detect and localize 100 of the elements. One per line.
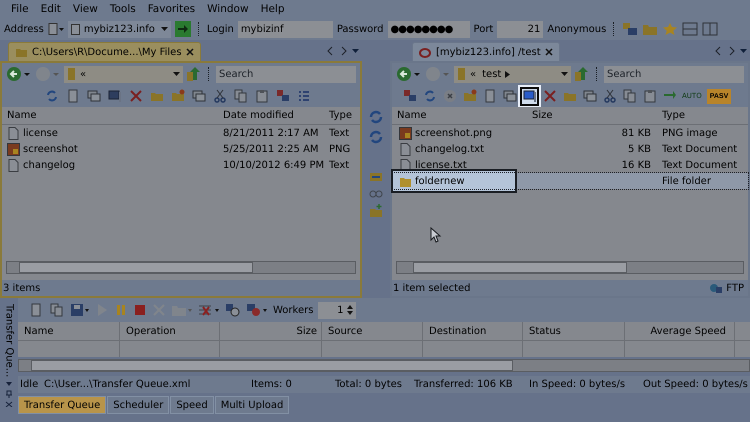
address-label: Address bbox=[4, 24, 44, 34]
status-text: Transferred: 106 KB bbox=[413, 379, 514, 390]
document-icon bbox=[7, 158, 20, 172]
status-text: In Speed: 0 bytes/s bbox=[528, 379, 626, 390]
date-cell-text: 5/25/2011 2:25 AM bbox=[222, 144, 320, 154]
network-icon bbox=[402, 89, 416, 103]
column-header[interactable]: Name bbox=[2, 110, 218, 121]
caret-icon[interactable] bbox=[160, 27, 168, 31]
windows-icon bbox=[86, 89, 100, 103]
menu-item[interactable]: View bbox=[72, 3, 98, 15]
cursor-icon bbox=[430, 227, 442, 243]
workers-spinner[interactable]: 1 bbox=[318, 302, 356, 318]
windows-icon bbox=[582, 89, 596, 103]
columns-icon bbox=[296, 89, 310, 103]
login-field[interactable]: mybizinf bbox=[238, 20, 333, 38]
delete-icon bbox=[542, 89, 556, 103]
tab-scroll-icon[interactable] bbox=[714, 46, 748, 56]
file-row[interactable]: screenshot.png 81 KB PNG image bbox=[392, 125, 748, 141]
save-icon[interactable] bbox=[70, 303, 90, 317]
panel-tab[interactable]: Transfer Queue bbox=[18, 396, 106, 414]
monitor-icon bbox=[522, 89, 536, 103]
menu-item[interactable]: Window bbox=[207, 3, 249, 15]
scissors-icon bbox=[212, 89, 226, 103]
clipboard-icon bbox=[642, 89, 656, 103]
split-vertical-icon[interactable] bbox=[702, 22, 718, 36]
file-name[interactable]: changelog.txt bbox=[397, 142, 486, 156]
network-icon[interactable] bbox=[622, 22, 638, 36]
file-row[interactable]: changelog.txt 5 KB Text Document bbox=[392, 141, 748, 157]
sync-icon[interactable] bbox=[369, 110, 383, 124]
remote-site-tab[interactable]: [mybiz123.info] /test bbox=[412, 42, 560, 61]
link-icon[interactable] bbox=[369, 190, 383, 198]
search-field[interactable]: Search bbox=[604, 66, 744, 82]
copy-icon bbox=[234, 89, 248, 103]
chevron-icon[interactable] bbox=[505, 70, 510, 78]
close-icon[interactable] bbox=[186, 48, 194, 56]
column-header[interactable]: Type bbox=[657, 110, 748, 121]
split-horizontal-icon[interactable] bbox=[682, 22, 698, 36]
folder-icon bbox=[67, 67, 76, 81]
close-icon[interactable] bbox=[544, 48, 553, 56]
file-name[interactable]: license bbox=[2, 126, 218, 140]
tab-scroll-icon[interactable] bbox=[326, 46, 360, 56]
path-field[interactable]: « bbox=[64, 66, 183, 82]
star-icon[interactable] bbox=[662, 22, 678, 36]
login-label: Login bbox=[206, 24, 234, 34]
document-icon bbox=[399, 142, 412, 156]
search-field[interactable]: Search bbox=[216, 66, 356, 82]
sync-icon[interactable] bbox=[369, 130, 383, 144]
speed-limit-icon[interactable] bbox=[246, 303, 268, 317]
file-name[interactable]: foldernew bbox=[393, 171, 515, 191]
page-icon bbox=[29, 303, 43, 317]
clear-list-icon[interactable] bbox=[198, 303, 220, 317]
panel-controls-icon[interactable] bbox=[4, 381, 14, 408]
column-header[interactable]: Date modified bbox=[218, 110, 324, 121]
status-text: 1 item selected bbox=[393, 282, 471, 294]
address-field[interactable]: mybiz123.info bbox=[68, 20, 171, 38]
monitor-icon bbox=[108, 89, 122, 103]
type-cell: PNG image bbox=[662, 128, 718, 138]
type-cell-text: Text bbox=[328, 128, 350, 138]
toolbar-button[interactable] bbox=[520, 86, 539, 106]
transfer-icon[interactable] bbox=[369, 170, 383, 184]
spinner-arrows-icon[interactable] bbox=[347, 305, 354, 315]
caret-icon[interactable] bbox=[173, 72, 180, 76]
status-text: 3 items bbox=[3, 282, 40, 294]
page-icon[interactable] bbox=[48, 23, 64, 35]
password-field[interactable]: ●●●●●●●● bbox=[388, 20, 470, 38]
column-header[interactable]: Size bbox=[527, 110, 657, 121]
type-cell: File folder bbox=[662, 176, 711, 186]
globe-icon bbox=[709, 282, 724, 294]
status-text: Out Speed: 0 bytes/s bbox=[642, 379, 749, 390]
ring-icon bbox=[419, 46, 432, 58]
folder-icon bbox=[15, 46, 28, 58]
path-field[interactable]: « test bbox=[454, 66, 571, 82]
file-name[interactable]: changelog bbox=[2, 158, 218, 172]
column-header[interactable]: Type bbox=[324, 110, 360, 121]
menu-item[interactable]: Tools bbox=[110, 3, 136, 15]
file-name[interactable]: screenshot.png bbox=[397, 126, 494, 140]
document-icon bbox=[7, 126, 20, 140]
back-icon[interactable] bbox=[6, 66, 32, 82]
menu-item[interactable]: Favorites bbox=[148, 3, 196, 15]
schedule-icon[interactable] bbox=[225, 303, 241, 317]
column-header[interactable]: Name bbox=[392, 110, 527, 121]
port-field[interactable]: 21 bbox=[497, 20, 544, 38]
panel-tab[interactable]: Scheduler bbox=[107, 396, 170, 414]
anonymous-option[interactable]: Anonymous bbox=[547, 24, 606, 34]
go-button[interactable] bbox=[174, 21, 191, 37]
panel-tab[interactable]: Speed bbox=[170, 396, 214, 414]
local-folder-tab[interactable]: C:\Users\R\Docume...\My Files bbox=[8, 42, 201, 61]
stop-icon[interactable] bbox=[133, 303, 147, 317]
page-icon bbox=[482, 89, 496, 103]
caret-icon[interactable] bbox=[561, 72, 568, 76]
horizontal-scrollbar[interactable] bbox=[396, 261, 744, 274]
folder-icon bbox=[457, 67, 466, 81]
file-name[interactable]: screenshot bbox=[2, 142, 218, 156]
back-icon[interactable] bbox=[396, 66, 422, 82]
horizontal-scrollbar[interactable] bbox=[6, 261, 356, 274]
menu-item[interactable]: Help bbox=[260, 3, 285, 15]
menu-item[interactable]: File bbox=[11, 3, 29, 15]
horizontal-scrollbar[interactable] bbox=[18, 359, 750, 372]
menu-item[interactable]: Edit bbox=[40, 3, 61, 15]
panel-tab[interactable]: Multi Upload bbox=[214, 396, 290, 414]
